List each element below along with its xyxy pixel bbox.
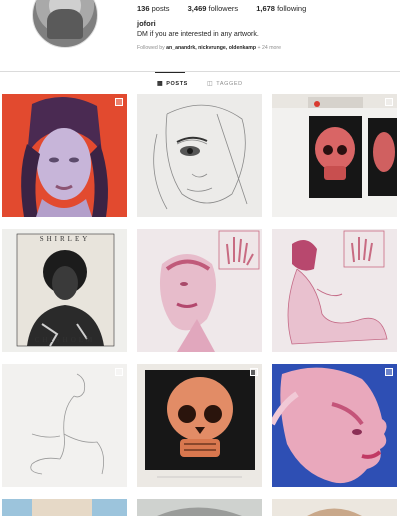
profile-header: 136 posts 3,469 followers 1,678 followin… (0, 0, 400, 72)
profile-stats: 136 posts 3,469 followers 1,678 followin… (137, 4, 322, 13)
multi-post-icon (115, 98, 123, 106)
post-shirley-chisholm[interactable]: SHIRLEY CHISHOLM (2, 229, 127, 352)
followers-label: followers (208, 4, 239, 13)
profile-tabs: ▦ POSTS ◫ TAGGED (0, 72, 400, 92)
followed-by-names: an_anandrk, nickvrunge, oldenkamp (166, 45, 257, 51)
shirley-text: SHIRLEY (40, 235, 91, 243)
post-partial-2[interactable] (137, 499, 262, 516)
following-stat[interactable]: 1,678 following (256, 4, 306, 13)
post-partial-1[interactable] (2, 499, 127, 516)
profile-username: jofori (137, 19, 156, 28)
posts-label: posts (151, 4, 170, 13)
post-red-skull[interactable] (272, 94, 397, 217)
tab-posts-label: POSTS (166, 80, 188, 87)
active-tab-indicator (155, 72, 185, 73)
posts-stat[interactable]: 136 posts (137, 4, 170, 13)
followed-by-prefix: Followed by (137, 45, 165, 51)
posts-count: 136 (137, 4, 150, 13)
post-partial-3[interactable] (272, 499, 397, 516)
following-label: following (277, 4, 307, 13)
chisholm-text: CHISHOLM (35, 336, 96, 344)
tag-icon: ◫ (207, 81, 214, 87)
post-pencil-face[interactable] (137, 94, 262, 217)
post-pink-figure[interactable] (272, 229, 397, 352)
post-red-portrait[interactable] (2, 94, 127, 217)
multi-post-icon (115, 368, 123, 376)
post-seated-figure[interactable] (2, 364, 127, 487)
avatar[interactable] (32, 0, 98, 48)
multi-post-icon (385, 368, 393, 376)
grid-icon: ▦ (157, 81, 164, 87)
followed-by[interactable]: Followed by an_anandrk, nickvrunge, olde… (137, 45, 281, 51)
post-pink-profile[interactable] (272, 364, 397, 487)
followers-count: 3,469 (187, 4, 207, 13)
tab-posts[interactable]: ▦ POSTS (157, 80, 188, 88)
post-orange-skull[interactable] (137, 364, 262, 487)
multi-post-icon (385, 98, 393, 106)
tab-tagged[interactable]: ◫ TAGGED (207, 80, 243, 88)
profile-bio: DM if you are interested in any artwork. (137, 31, 259, 38)
post-pink-head-study[interactable] (137, 229, 262, 352)
multi-post-icon (250, 368, 258, 376)
following-count: 1,678 (256, 4, 275, 13)
followers-stat[interactable]: 3,469 followers (188, 4, 238, 13)
followed-by-more: + 24 more (257, 45, 282, 51)
tab-tagged-label: TAGGED (216, 80, 243, 87)
